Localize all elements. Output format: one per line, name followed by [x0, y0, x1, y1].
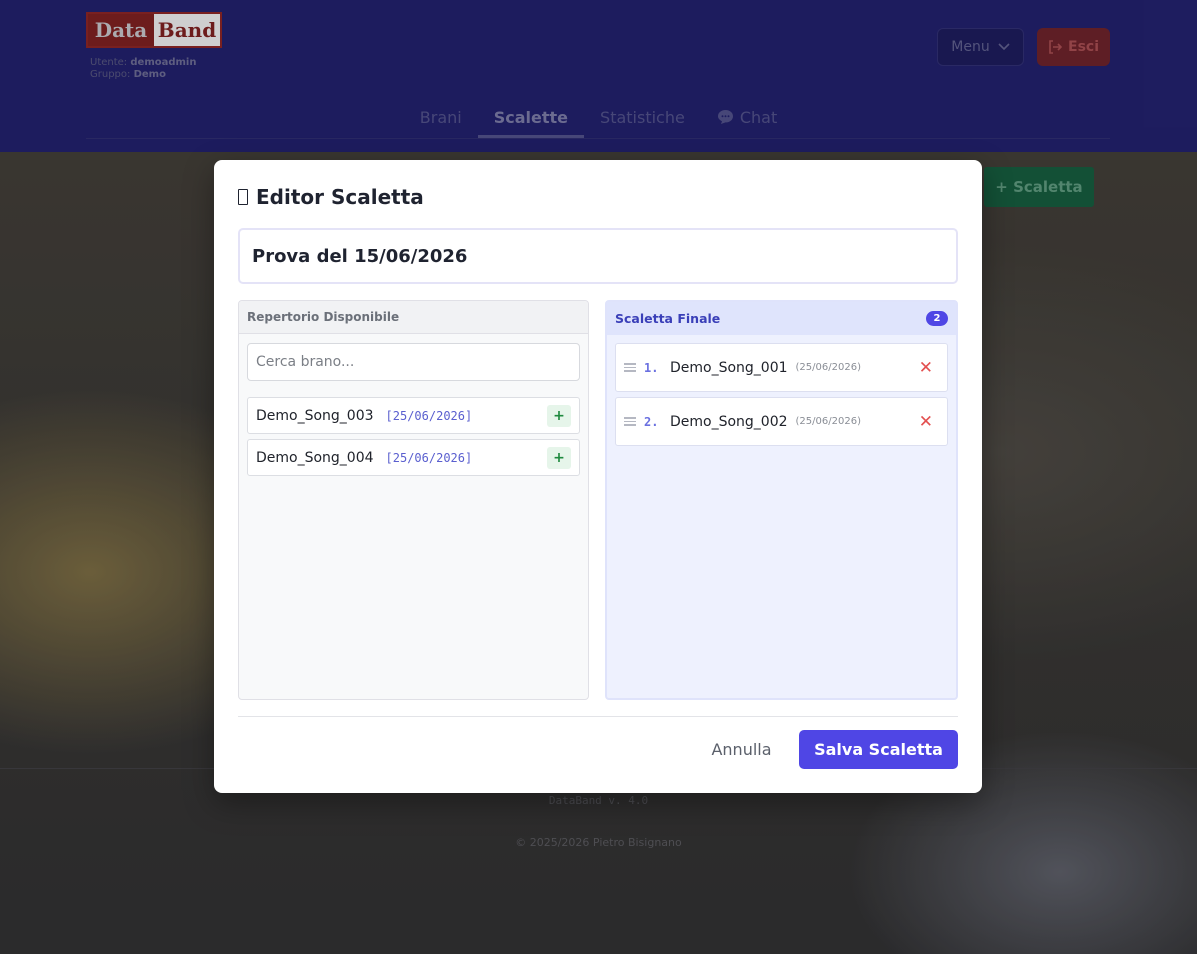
- final-setlist-header: Scaletta Finale 2: [607, 302, 956, 335]
- song-name: Demo_Song_004: [256, 449, 374, 466]
- setlist-item-date: (25/06/2026): [795, 362, 861, 373]
- list-item[interactable]: Demo_Song_003 [25/06/2026] +: [247, 397, 580, 434]
- setlist-item-date: (25/06/2026): [795, 416, 861, 427]
- modal-title-text: Editor Scaletta: [256, 185, 424, 209]
- modal-title: Editor Scaletta: [238, 185, 424, 209]
- setlist-name-input[interactable]: [238, 228, 958, 284]
- add-song-button[interactable]: +: [547, 447, 571, 469]
- add-song-button[interactable]: +: [547, 405, 571, 427]
- close-icon[interactable]: ✕: [919, 414, 933, 431]
- setlist-list: 1. Demo_Song_001 (25/06/2026) ✕ 2. Demo_…: [615, 343, 948, 451]
- search-input[interactable]: [247, 343, 580, 381]
- song-name: Demo_Song_003: [256, 407, 374, 424]
- drag-handle-icon[interactable]: [624, 363, 636, 372]
- modal-footer-divider: [238, 716, 958, 717]
- count-badge: 2: [926, 311, 948, 326]
- setlist-item-number: 2.: [644, 414, 659, 429]
- song-date: [25/06/2026]: [385, 408, 473, 423]
- setlist-editor-modal: Editor Scaletta Repertorio Disponibile D…: [214, 160, 982, 793]
- repertoire-list: Demo_Song_003 [25/06/2026] + Demo_Song_0…: [247, 397, 580, 481]
- setlist-item[interactable]: 1. Demo_Song_001 (25/06/2026) ✕: [615, 343, 948, 392]
- setlist-item-name: Demo_Song_002: [670, 413, 788, 430]
- close-icon[interactable]: ✕: [919, 360, 933, 377]
- save-button[interactable]: Salva Scaletta: [799, 730, 958, 769]
- final-setlist-title: Scaletta Finale: [615, 311, 721, 326]
- setlist-item[interactable]: 2. Demo_Song_002 (25/06/2026) ✕: [615, 397, 948, 446]
- document-icon: [238, 189, 248, 205]
- song-date: [25/06/2026]: [385, 450, 473, 465]
- repertoire-title: Repertorio Disponibile: [239, 301, 588, 334]
- cancel-button[interactable]: Annulla: [699, 731, 784, 767]
- final-setlist-panel: Scaletta Finale 2 1. Demo_Song_001 (25/0…: [605, 300, 958, 700]
- repertoire-panel: Repertorio Disponibile Demo_Song_003 [25…: [238, 300, 589, 700]
- list-item[interactable]: Demo_Song_004 [25/06/2026] +: [247, 439, 580, 476]
- drag-handle-icon[interactable]: [624, 417, 636, 426]
- setlist-item-number: 1.: [644, 360, 659, 375]
- setlist-item-name: Demo_Song_001: [670, 359, 788, 376]
